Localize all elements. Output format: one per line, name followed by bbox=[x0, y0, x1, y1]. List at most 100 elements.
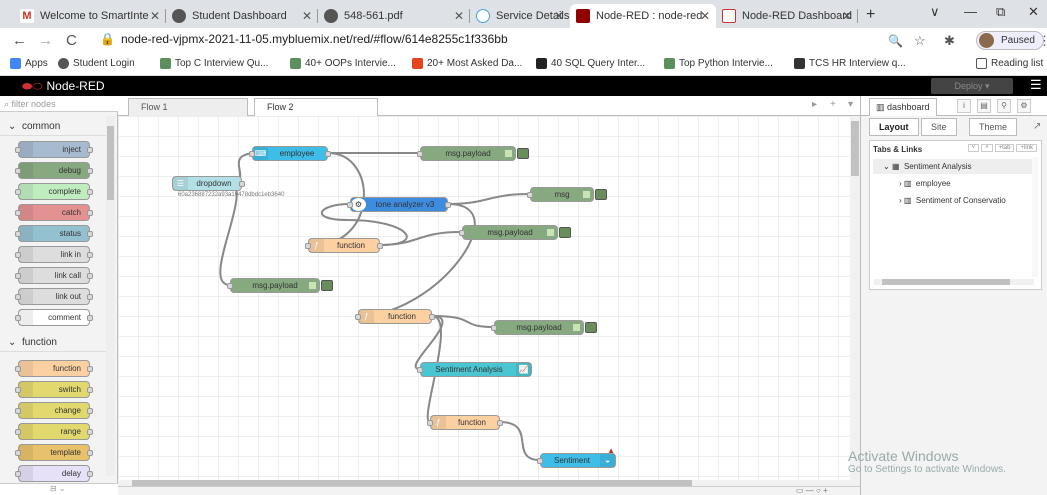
zoom-controls[interactable]: ▭ — ○ + bbox=[796, 486, 828, 495]
tree-group-item[interactable]: › ▥ Sentiment of Conservatio bbox=[873, 193, 1033, 208]
tab-site[interactable]: Site bbox=[921, 118, 957, 136]
browser-tab[interactable]: Node-RED Dashboard ✕ bbox=[716, 4, 858, 28]
zoom-icon[interactable]: 🔍 bbox=[888, 34, 903, 48]
input-port[interactable] bbox=[417, 367, 423, 373]
palette-node-template[interactable]: template bbox=[15, 444, 93, 461]
input-port[interactable] bbox=[227, 283, 233, 289]
profile-button[interactable]: Paused bbox=[976, 31, 1044, 50]
bookmark-item[interactable]: 40+ OOPs Intervie... bbox=[290, 58, 396, 69]
bookmark-item[interactable]: 20+ Most Asked Da... bbox=[412, 58, 522, 69]
input-port[interactable] bbox=[417, 151, 423, 157]
open-dashboard-icon[interactable]: ↗ bbox=[1033, 121, 1041, 132]
function-node[interactable]: ƒ function bbox=[427, 415, 503, 430]
msg-payload-debug-node[interactable]: msg.payload bbox=[227, 278, 333, 293]
input-port[interactable] bbox=[427, 420, 433, 426]
restore-button[interactable]: ⧉ bbox=[996, 4, 1005, 20]
debug-bug-icon[interactable]: ⚲ bbox=[997, 99, 1011, 113]
debug-toggle-icon[interactable] bbox=[504, 149, 513, 158]
reload-icon[interactable]: C bbox=[66, 32, 77, 49]
function-node[interactable]: ƒ function bbox=[305, 238, 383, 253]
debug-enable-button[interactable] bbox=[517, 148, 529, 159]
input-port[interactable] bbox=[249, 151, 255, 157]
filter-nodes-input[interactable]: ⌕ filter nodes bbox=[0, 96, 118, 112]
bookmark-item[interactable]: 40 SQL Query Inter... bbox=[536, 58, 645, 69]
close-tab-icon[interactable]: ✕ bbox=[554, 9, 564, 23]
scroll-tabs-icon[interactable]: ▸ bbox=[812, 99, 817, 110]
browser-tab[interactable]: Student Dashboard ✕ bbox=[166, 4, 318, 28]
reading-list[interactable]: Reading list bbox=[976, 58, 1043, 69]
msg-payload-debug-node[interactable]: msg.payload bbox=[491, 320, 597, 335]
input-port[interactable] bbox=[355, 314, 361, 320]
close-tab-icon[interactable]: ✕ bbox=[302, 9, 312, 23]
browser-tab-active[interactable]: Node-RED : node-red ✕ bbox=[570, 4, 716, 28]
debug-toggle-icon[interactable] bbox=[546, 228, 555, 237]
close-tab-icon[interactable]: ✕ bbox=[700, 9, 710, 23]
scrollbar-thumb[interactable] bbox=[882, 279, 1010, 285]
bookmark-item[interactable]: Top C Interview Qu... bbox=[160, 58, 268, 69]
tab-theme[interactable]: Theme bbox=[969, 118, 1018, 136]
palette-node-switch[interactable]: switch bbox=[15, 381, 93, 398]
debug-enable-button[interactable] bbox=[321, 280, 333, 291]
collapse-all-button[interactable]: ˅ bbox=[967, 144, 980, 152]
hamburger-menu-icon[interactable]: ☰ bbox=[1030, 77, 1042, 93]
function-node[interactable]: ƒ function bbox=[355, 309, 435, 324]
close-tab-icon[interactable]: ✕ bbox=[150, 9, 160, 23]
palette-node-delay[interactable]: delay bbox=[15, 465, 93, 482]
input-port[interactable] bbox=[527, 192, 533, 198]
browser-tab[interactable]: 548-561.pdf ✕ bbox=[318, 4, 470, 28]
extensions-icon[interactable]: ✱ bbox=[944, 33, 955, 49]
more-menu-icon[interactable]: ⋮ bbox=[1038, 33, 1047, 49]
browser-tab[interactable]: M Welcome to SmartInte ✕ bbox=[14, 4, 166, 28]
input-port[interactable] bbox=[537, 458, 543, 464]
output-port[interactable] bbox=[445, 202, 451, 208]
output-port[interactable] bbox=[429, 314, 435, 320]
flow-list-icon[interactable]: ▾ bbox=[848, 99, 853, 110]
close-window-button[interactable]: ✕ bbox=[1028, 4, 1039, 20]
back-arrow-icon[interactable]: ← bbox=[12, 32, 27, 49]
add-link-button[interactable]: +link bbox=[1016, 144, 1037, 152]
sentiment-analysis-node[interactable]: Sentiment Analysis 📈 bbox=[417, 362, 532, 377]
category-function[interactable]: ⌄ function bbox=[0, 332, 110, 352]
expand-all-button[interactable]: ˄ bbox=[981, 144, 993, 152]
bookmark-item[interactable]: Top Python Intervie... bbox=[664, 58, 773, 69]
msg-payload-debug-node[interactable]: msg.payload bbox=[417, 146, 529, 161]
output-port[interactable] bbox=[239, 181, 245, 187]
debug-enable-button[interactable] bbox=[585, 322, 597, 333]
config-gear-icon[interactable]: ⚙ bbox=[1017, 99, 1031, 113]
scrollbar-thumb[interactable] bbox=[851, 121, 859, 176]
debug-toggle-icon[interactable] bbox=[572, 323, 581, 332]
palette-node-catch[interactable]: catch bbox=[15, 204, 93, 221]
employee-node[interactable]: ⌨ employee bbox=[249, 146, 331, 161]
debug-enable-button[interactable] bbox=[559, 227, 571, 238]
close-tab-icon[interactable]: ✕ bbox=[454, 9, 464, 23]
browser-tab[interactable]: Service Details - IBM C ✕ bbox=[470, 4, 570, 28]
output-port[interactable] bbox=[325, 151, 331, 157]
palette-node-status[interactable]: status bbox=[15, 225, 93, 242]
category-common[interactable]: ⌄ common bbox=[0, 116, 110, 136]
info-icon[interactable]: i bbox=[957, 99, 971, 113]
tab-flow-2[interactable]: Flow 2 bbox=[254, 98, 378, 117]
bookmark-apps[interactable]: Apps bbox=[10, 58, 48, 69]
palette-node-inject[interactable]: inject bbox=[15, 141, 93, 158]
palette-node-complete[interactable]: complete bbox=[15, 183, 93, 200]
tab-dashboard[interactable]: ▥ dashboard bbox=[869, 98, 937, 116]
close-tab-icon[interactable]: ✕ bbox=[842, 9, 852, 23]
bookmark-star-icon[interactable]: ☆ bbox=[914, 33, 926, 49]
panel-vertical-scrollbar[interactable] bbox=[1032, 157, 1038, 277]
bookmark-item[interactable]: Student Login bbox=[58, 58, 135, 69]
palette-node-debug[interactable]: debug bbox=[15, 162, 93, 179]
palette-scrollbar[interactable] bbox=[106, 116, 115, 476]
panel-horizontal-scrollbar[interactable] bbox=[874, 279, 1034, 285]
msg-debug-node[interactable]: msg bbox=[527, 187, 607, 202]
help-book-icon[interactable]: ▤ bbox=[977, 99, 991, 113]
palette-node-comment[interactable]: comment bbox=[15, 309, 93, 326]
add-tab-button[interactable]: +tab bbox=[994, 144, 1015, 152]
url-field[interactable]: 🔒 node-red-vjpmx-2021-11-05.mybluemix.net… bbox=[100, 32, 508, 46]
sentiment-output-node[interactable]: Sentiment ◒ ▲ bbox=[537, 446, 616, 468]
scrollbar-thumb[interactable] bbox=[107, 126, 114, 200]
output-port[interactable] bbox=[497, 420, 503, 426]
palette-node-link-out[interactable]: link out bbox=[15, 288, 93, 305]
palette-footer[interactable]: ⊟ ⌄ bbox=[0, 483, 118, 495]
dropdown-node[interactable]: ☰ dropdown bbox=[172, 176, 245, 191]
new-tab-button[interactable]: + bbox=[866, 6, 875, 24]
